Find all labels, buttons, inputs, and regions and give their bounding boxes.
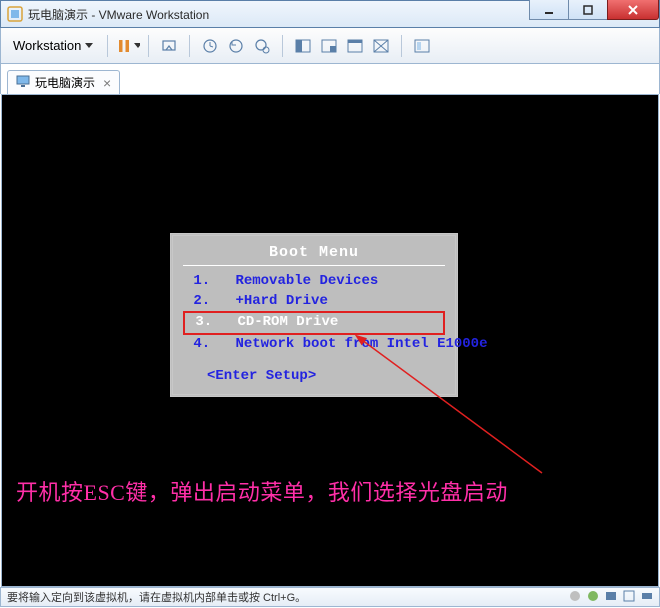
titlebar: 玩电脑演示 - VMware Workstation	[0, 0, 660, 28]
send-icon	[161, 38, 177, 54]
close-icon	[627, 5, 639, 15]
manage-snapshot-button[interactable]	[250, 34, 274, 58]
statusbar-hint: 要将输入定向到该虚拟机，请在虚拟机内部单击或按 Ctrl+G。	[7, 589, 306, 605]
split-view-icon	[295, 39, 311, 53]
fullscreen-button[interactable]	[343, 34, 367, 58]
pause-button[interactable]	[116, 34, 140, 58]
bios-item-harddrive[interactable]: 2. +Hard Drive	[183, 292, 445, 312]
toolbar-separator	[107, 35, 108, 57]
bios-item-cdrom[interactable]: 3. CD-ROM Drive	[183, 311, 445, 335]
bios-item-network[interactable]: 4. Network boot from Intel E1000e	[183, 335, 445, 355]
window-controls	[530, 0, 659, 20]
bios-item-removable[interactable]: 1. Removable Devices	[183, 272, 445, 292]
minimize-icon	[544, 5, 554, 15]
tray-icon-2[interactable]	[587, 590, 599, 605]
tray-icon-1[interactable]	[569, 590, 581, 605]
bios-title: Boot Menu	[183, 242, 445, 265]
toolbar-separator	[189, 35, 190, 57]
statusbar: 要将输入定向到该虚拟机，请在虚拟机内部单击或按 Ctrl+G。	[0, 587, 660, 607]
toolbar-separator	[401, 35, 402, 57]
maximize-icon	[583, 5, 593, 15]
minimize-button[interactable]	[529, 0, 569, 20]
workstation-menu-label: Workstation	[13, 38, 81, 53]
thumbnail-icon	[321, 39, 337, 53]
clock-icon	[202, 38, 218, 54]
bios-divider	[183, 265, 445, 266]
bios-boot-menu: Boot Menu 1. Removable Devices 2. +Hard …	[170, 233, 458, 397]
tabbar: 玩电脑演示 ×	[0, 64, 660, 94]
library-button[interactable]	[410, 34, 434, 58]
annotation-text: 开机按ESC键，弹出启动菜单，我们选择光盘启动	[16, 475, 508, 507]
chevron-down-icon	[134, 43, 141, 49]
chevron-down-icon	[85, 43, 93, 49]
vm-display[interactable]: Boot Menu 1. Removable Devices 2. +Hard …	[1, 94, 659, 587]
bios-enter-setup[interactable]: <Enter Setup>	[183, 368, 445, 384]
view-button-2[interactable]	[317, 34, 341, 58]
app-icon	[7, 6, 23, 22]
close-button[interactable]	[607, 0, 659, 20]
fullscreen-icon	[347, 39, 363, 53]
tab-close-button[interactable]: ×	[103, 75, 111, 91]
unity-icon	[373, 39, 389, 53]
workstation-menu[interactable]: Workstation	[7, 34, 99, 57]
toolbar-separator	[282, 35, 283, 57]
clock-gear-icon	[254, 38, 270, 54]
toolbar-separator	[148, 35, 149, 57]
maximize-button[interactable]	[568, 0, 608, 20]
tray-icon-3[interactable]	[605, 590, 617, 605]
monitor-icon	[16, 75, 30, 90]
clock-back-icon	[228, 38, 244, 54]
menubar: Workstation	[0, 28, 660, 64]
library-icon	[414, 39, 430, 53]
unity-button[interactable]	[369, 34, 393, 58]
pause-icon	[116, 37, 131, 55]
revert-button[interactable]	[224, 34, 248, 58]
snapshot-button[interactable]	[198, 34, 222, 58]
view-button-1[interactable]	[291, 34, 315, 58]
vm-tab-label: 玩电脑演示	[35, 74, 95, 91]
window-title: 玩电脑演示 - VMware Workstation	[28, 6, 209, 23]
toolbar-button-1[interactable]	[157, 34, 181, 58]
vm-tab[interactable]: 玩电脑演示 ×	[7, 70, 120, 94]
tray-icon-4[interactable]	[623, 590, 635, 605]
status-tray	[569, 590, 653, 605]
tray-icon-5[interactable]	[641, 590, 653, 605]
